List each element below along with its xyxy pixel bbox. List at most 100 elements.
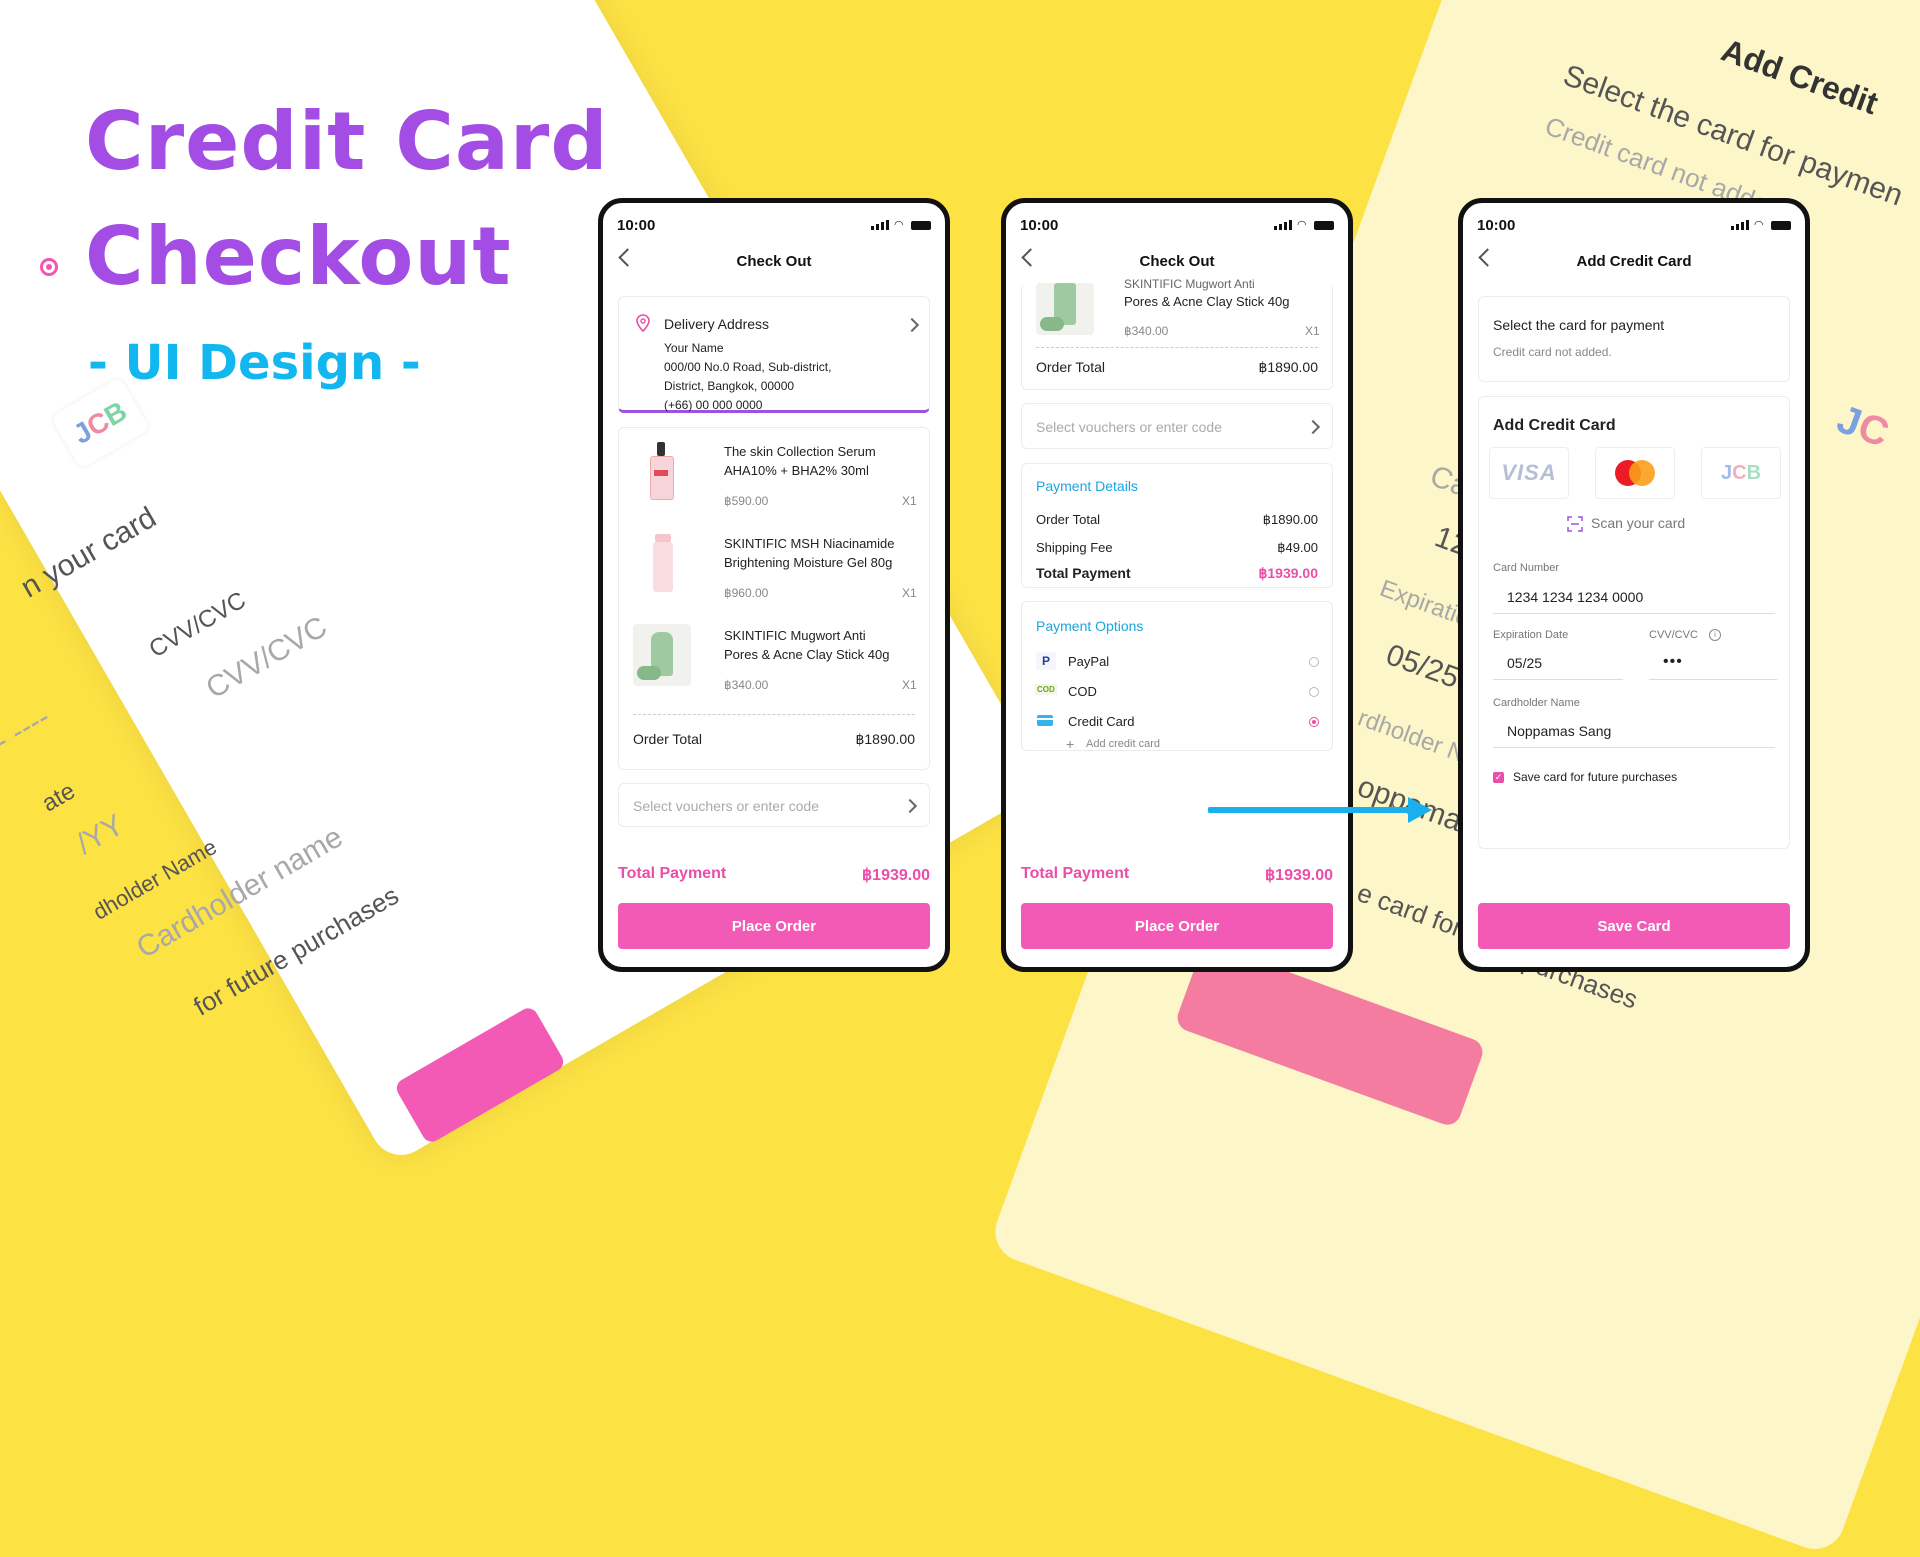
chevron-right-icon — [904, 317, 920, 333]
cardholder-name-label: Cardholder Name — [1493, 697, 1580, 709]
item-2-name-line2: Brightening Moisture Gel 80g — [724, 555, 893, 570]
flow-arrow-icon — [1208, 797, 1432, 823]
order-total-value: ฿1890.00 — [1258, 359, 1318, 375]
mastercard-icon — [1615, 460, 1655, 486]
item-2-price: ฿960.00 — [724, 586, 769, 600]
paypal-radio[interactable] — [1309, 657, 1319, 667]
status-time: 10:00 — [1020, 217, 1059, 234]
scan-icon — [1567, 516, 1583, 532]
place-order-button[interactable]: Place Order — [1021, 903, 1333, 949]
paypal-option[interactable]: P PayPal — [1022, 652, 1334, 674]
cod-radio[interactable] — [1309, 687, 1319, 697]
credit-card-icon — [1037, 715, 1053, 726]
page-title: Check Out — [736, 253, 812, 270]
card-number-underline — [1493, 613, 1775, 614]
divider — [1036, 347, 1318, 348]
product-image-serum — [633, 442, 691, 504]
divider — [633, 714, 915, 715]
cod-option[interactable]: COD COD — [1022, 682, 1334, 704]
visa-icon: VISA — [1501, 460, 1557, 485]
item-qty: X1 — [1305, 324, 1320, 338]
battery-icon — [911, 220, 931, 230]
status-time: 10:00 — [617, 217, 656, 234]
product-image-gel — [633, 534, 691, 596]
expiration-date-label: Expiration Date — [1493, 629, 1569, 641]
cardholder-name-input[interactable]: Noppamas Sang — [1507, 723, 1611, 739]
status-time: 10:00 — [1477, 217, 1516, 234]
payment-options-heading: Payment Options — [1036, 618, 1144, 634]
expiration-date-input[interactable]: 05/25 — [1507, 655, 1542, 671]
battery-icon — [1314, 220, 1334, 230]
cod-label: COD — [1068, 684, 1097, 699]
cvv-underline — [1649, 679, 1777, 680]
address-line1: 000/00 No.0 Road, Sub-district, — [664, 360, 832, 374]
delivery-address-card[interactable]: Delivery Address Your Name 000/00 No.0 R… — [618, 296, 930, 413]
status-icons: ◠ — [1731, 219, 1791, 231]
card-number-input[interactable]: 1234 1234 1234 0000 — [1507, 589, 1643, 605]
select-card-label: Select the card for payment — [1493, 317, 1665, 333]
save-card-checkbox[interactable]: ✓ — [1493, 772, 1504, 783]
phone-checkout-1: 10:00 ◠ Check Out Delivery Address Your … — [598, 198, 950, 972]
status-icons: ◠ — [1274, 219, 1334, 231]
payment-options-card: Payment Options P PayPal COD COD Credit … — [1021, 601, 1334, 754]
card-number-label: Card Number — [1493, 562, 1560, 574]
battery-icon — [1771, 220, 1791, 230]
deco-cvv-label: CVV/CVC — [144, 586, 251, 664]
place-order-button[interactable]: Place Order — [618, 903, 930, 949]
cvv-input[interactable]: ••• — [1663, 653, 1683, 671]
page-title: Check Out — [1139, 253, 1215, 270]
info-icon[interactable]: i — [1709, 629, 1721, 641]
item-name-line1-cut: SKINTIFIC Mugwort Anti — [1124, 277, 1255, 291]
headline-line2: Checkout — [84, 209, 513, 305]
voucher-input[interactable]: Select vouchers or enter code — [618, 783, 930, 827]
select-card-panel[interactable]: Select the card for payment Credit card … — [1478, 296, 1790, 382]
chevron-right-icon — [902, 798, 918, 814]
jcb-icon: JCB — [1720, 461, 1762, 484]
item-1-name-line2: AHA10% + BHA2% 30ml — [724, 463, 869, 478]
add-credit-card-label: Add credit card — [1086, 738, 1160, 750]
wifi-icon: ◠ — [894, 219, 904, 231]
card-not-added-text: Credit card not added. — [1493, 345, 1612, 359]
item-price: ฿340.00 — [1124, 324, 1169, 338]
visa-option[interactable]: VISA — [1489, 447, 1569, 499]
save-card-label: Save card for future purchases — [1513, 770, 1678, 784]
paypal-icon: P — [1036, 652, 1056, 670]
expiration-underline — [1493, 679, 1623, 680]
cvv-label: CVV/CVC — [1649, 629, 1698, 641]
item-name-line2: Pores & Acne Clay Stick 40g — [1124, 294, 1290, 309]
chevron-right-icon — [1305, 419, 1321, 435]
item-1-price: ฿590.00 — [724, 494, 769, 508]
delivery-address-heading: Delivery Address — [664, 316, 770, 332]
shipping-fee-label: Shipping Fee — [1036, 540, 1113, 555]
page-title: Add Credit Card — [1576, 253, 1692, 270]
jcb-option[interactable]: JCB — [1701, 447, 1781, 499]
product-image-clay-stick — [633, 624, 691, 686]
item-2-name-line1: SKINTIFIC MSH Niacinamide — [724, 536, 895, 551]
deco-date-label: ate — [37, 777, 80, 818]
add-card-heading: Add Credit Card — [1493, 417, 1616, 434]
total-payment-label: Total Payment — [1021, 865, 1130, 882]
mastercard-option[interactable] — [1595, 447, 1675, 499]
credit-card-option[interactable]: Credit Card — [1022, 712, 1334, 734]
shipping-fee-value: ฿49.00 — [1277, 540, 1318, 555]
phone-checkout-2: 10:00 ◠ Check Out SKINTIFIC Mugwort Anti… — [1001, 198, 1353, 972]
details-total-label: Total Payment — [1036, 565, 1131, 581]
item-1-name-line1: The skin Collection Serum — [724, 444, 876, 459]
status-icons: ◠ — [871, 219, 931, 231]
item-1-qty: X1 — [902, 494, 917, 508]
total-payment-label: Total Payment — [618, 865, 727, 882]
signal-icon — [1274, 220, 1292, 230]
address-line2: District, Bangkok, 00000 — [664, 379, 795, 393]
address-name: Your Name — [664, 341, 724, 355]
deco-date-placeholder: /YY — [71, 808, 130, 861]
product-image-clay-stick — [1036, 283, 1094, 335]
wifi-icon: ◠ — [1297, 219, 1307, 231]
add-credit-card-link[interactable]: + Add credit card — [1066, 736, 1186, 754]
voucher-input[interactable]: Select vouchers or enter code — [1021, 403, 1333, 449]
credit-card-radio[interactable] — [1309, 717, 1319, 727]
wifi-icon: ◠ — [1754, 219, 1764, 231]
phone-add-credit-card: 10:00 ◠ Add Credit Card Select the card … — [1458, 198, 1810, 972]
cardholder-underline — [1493, 747, 1775, 748]
save-card-button[interactable]: Save Card — [1478, 903, 1790, 949]
order-items-card: SKINTIFIC Mugwort Anti Pores & Acne Clay… — [1021, 277, 1333, 390]
